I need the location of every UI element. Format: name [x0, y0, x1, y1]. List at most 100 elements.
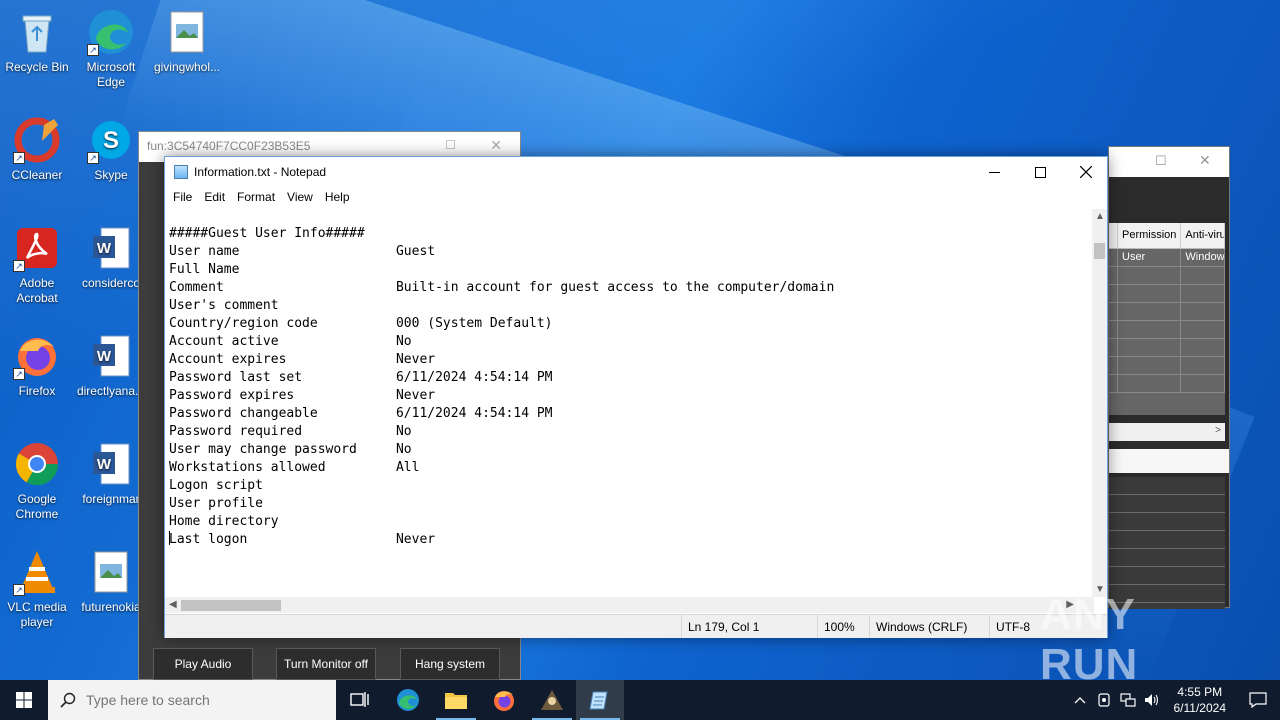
text-line: Logon script — [169, 478, 263, 493]
grid-row — [1109, 339, 1225, 357]
close-icon[interactable]: ✕ — [490, 137, 502, 154]
background-window-panel — [1109, 449, 1229, 473]
tray-volume-button[interactable] — [1140, 680, 1164, 720]
status-zoom: 100% — [817, 615, 869, 638]
play-audio-button[interactable]: Play Audio — [153, 648, 253, 680]
background-window-titlebar[interactable]: ☐ ✕ — [1109, 147, 1229, 177]
word-document-icon: W — [87, 224, 135, 272]
vertical-scrollbar[interactable]: ▲ ▼ — [1092, 209, 1107, 597]
taskbar-file-explorer[interactable] — [432, 680, 480, 720]
desktop-icon-label: futurenokia — [81, 600, 141, 614]
chevron-right-icon[interactable]: > — [1215, 425, 1221, 436]
hang-system-button[interactable]: Hang system — [400, 648, 500, 680]
taskbar-firefox[interactable] — [480, 680, 528, 720]
notepad-titlebar[interactable]: Information.txt - Notepad — [165, 157, 1107, 187]
taskbar-unknown-app[interactable] — [528, 680, 576, 720]
clock-date: 6/11/2024 — [1173, 701, 1227, 715]
close-button[interactable] — [1063, 157, 1109, 187]
text-line: Password changeable 6/11/2024 4:54:14 PM — [169, 406, 553, 421]
horizontal-scroll-thumb[interactable] — [181, 600, 281, 611]
start-button[interactable] — [0, 680, 48, 720]
close-icon[interactable]: ✕ — [1199, 152, 1211, 169]
desktop-icon-adobe-acrobat[interactable]: ↗ Adobe Acrobat — [0, 224, 74, 306]
notepad-icon — [589, 691, 608, 710]
maximize-icon[interactable]: ☐ — [1155, 153, 1167, 169]
image-file-icon — [163, 8, 211, 56]
minimize-button[interactable] — [971, 157, 1017, 187]
desktop-icon-edge[interactable]: ↗ Microsoft Edge — [74, 8, 148, 90]
vertical-scroll-thumb[interactable] — [1094, 243, 1105, 259]
scroll-left-icon[interactable]: ◀ — [169, 599, 177, 610]
desktop-icon-futurenokia[interactable]: futurenokia — [74, 548, 148, 615]
horizontal-scrollbar[interactable]: ◀ ▶ — [165, 597, 1094, 613]
desktop-icon-label: Google Chrome — [15, 492, 59, 521]
search-input[interactable] — [86, 692, 306, 708]
desktop-icon-vlc[interactable]: ↗ VLC media player — [0, 548, 74, 630]
system-tray: 4:55 PM 6/11/2024 — [1068, 680, 1280, 720]
text-line: Account active No — [169, 334, 412, 349]
menu-file[interactable]: File — [167, 187, 198, 209]
show-hidden-icons-button[interactable] — [1068, 680, 1092, 720]
taskbar-edge[interactable] — [384, 680, 432, 720]
word-document-icon: W — [87, 440, 135, 488]
desktop-icon-label: Adobe Acrobat — [16, 276, 58, 305]
menu-help[interactable]: Help — [319, 187, 356, 209]
maximize-icon[interactable]: ☐ — [445, 138, 456, 152]
grid-cell — [1109, 249, 1118, 266]
svg-text:W: W — [97, 240, 112, 257]
grid-column-header[interactable]: Permission — [1118, 223, 1182, 248]
shortcut-arrow-icon: ↗ — [87, 44, 99, 56]
grid-row — [1109, 285, 1225, 303]
skype-icon: S ↗ — [87, 116, 135, 164]
maximize-button[interactable] — [1017, 157, 1063, 187]
chrome-icon — [13, 440, 61, 488]
recycle-bin-icon — [13, 8, 61, 56]
desktop-icon-google-chrome[interactable]: Google Chrome — [0, 440, 74, 522]
shortcut-arrow-icon: ↗ — [87, 152, 99, 164]
tray-device-button[interactable] — [1092, 680, 1116, 720]
text-line: User name Guest — [169, 244, 436, 259]
desktop-icon-givingwhol[interactable]: givingwhol... — [150, 8, 224, 75]
folder-icon — [445, 693, 467, 709]
taskbar-clock[interactable]: 4:55 PM 6/11/2024 — [1164, 684, 1237, 716]
text-line: User's comment — [169, 298, 279, 313]
task-view-button[interactable] — [336, 680, 384, 720]
desktop-icon-label: VLC media player — [7, 600, 67, 629]
desktop-icon-recycle-bin[interactable]: Recycle Bin — [0, 8, 74, 75]
turn-monitor-off-button[interactable]: Turn Monitor off — [276, 648, 376, 680]
grid-column-header[interactable]: Anti-viru — [1181, 223, 1225, 248]
desktop-icon-directlyana[interactable]: W directlyana... — [74, 332, 148, 399]
background-window[interactable]: ☐ ✕ Permission Anti-viru User Window > — [1108, 146, 1230, 609]
desktop-icon-label: CCleaner — [11, 168, 63, 182]
grid-horizontal-scrollbar[interactable]: > — [1109, 423, 1225, 441]
notepad-text-area[interactable]: #####Guest User Info##### User name Guest… — [165, 209, 1093, 597]
grid-body: User Window — [1109, 249, 1225, 415]
menu-edit[interactable]: Edit — [198, 187, 231, 209]
notepad-menubar: File Edit Format View Help — [165, 187, 1107, 209]
desktop-icon-firefox[interactable]: ↗ Firefox — [0, 332, 74, 399]
desktop-icon-skype[interactable]: S ↗ Skype — [74, 116, 148, 183]
notification-center-button[interactable] — [1236, 680, 1280, 720]
desktop-icon-ccleaner[interactable]: ↗ CCleaner — [0, 116, 74, 183]
tray-network-button[interactable] — [1116, 680, 1140, 720]
scroll-up-icon[interactable]: ▲ — [1095, 211, 1105, 222]
menu-format[interactable]: Format — [231, 187, 281, 209]
grid-row[interactable]: User Window — [1109, 249, 1225, 267]
menu-view[interactable]: View — [281, 187, 319, 209]
shortcut-arrow-icon: ↗ — [13, 152, 25, 164]
taskbar-notepad[interactable] — [576, 680, 624, 720]
close-icon — [1080, 166, 1092, 178]
notepad-window[interactable]: Information.txt - Notepad File Edit Form… — [164, 156, 1108, 638]
grid-header: Permission Anti-viru — [1109, 223, 1225, 249]
svg-text:W: W — [97, 456, 112, 473]
text-line: User profile — [169, 496, 263, 511]
vlc-icon: ↗ — [13, 548, 61, 596]
text-line: User may change password No — [169, 442, 412, 457]
taskbar-search-box[interactable] — [48, 680, 336, 720]
text-line: Comment Built-in account for guest acces… — [169, 280, 835, 295]
notepad-statusbar: Ln 179, Col 1 100% Windows (CRLF) UTF-8 — [165, 614, 1107, 638]
grid-cell: Window — [1181, 249, 1225, 266]
desktop-icon-considerco[interactable]: W considerco — [74, 224, 148, 291]
firefox-icon: ↗ — [13, 332, 61, 380]
desktop-icon-foreignmar[interactable]: W foreignmar — [74, 440, 148, 507]
